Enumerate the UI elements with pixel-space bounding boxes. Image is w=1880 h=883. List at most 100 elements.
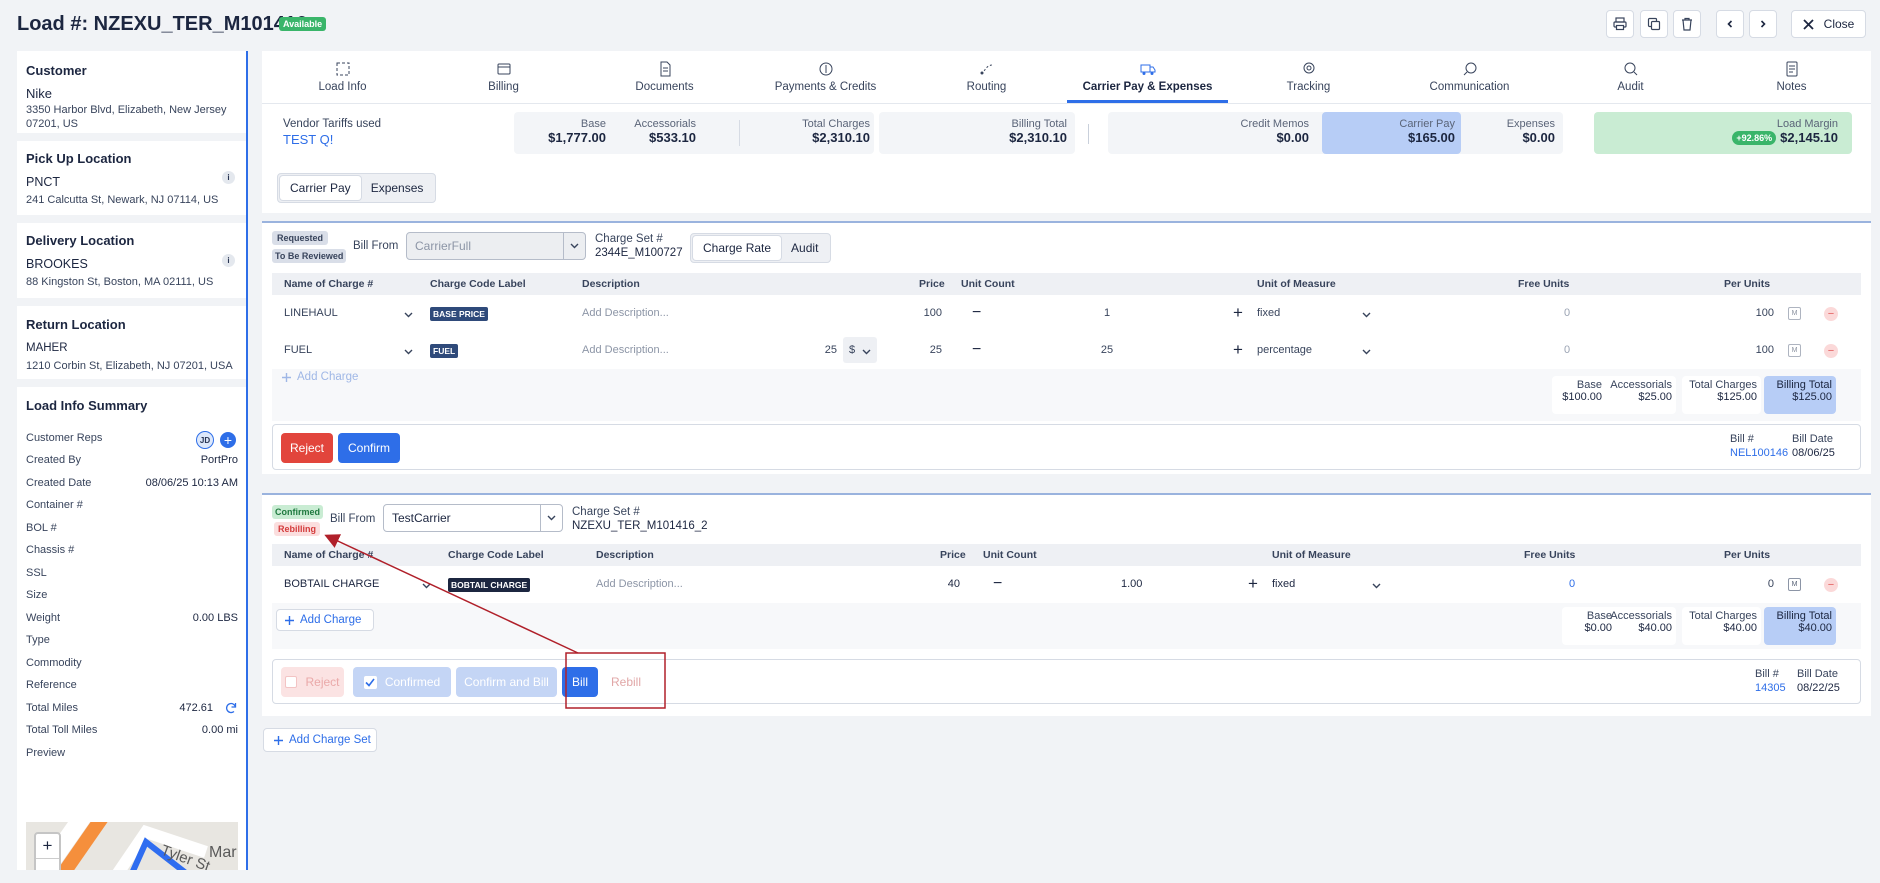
free-units-value[interactable]: 0 xyxy=(1564,307,1570,319)
chevron-down-icon[interactable] xyxy=(1372,580,1381,592)
per-units-value[interactable]: 0 xyxy=(1762,578,1774,590)
duplicate-button[interactable] xyxy=(1640,10,1668,38)
confirm-and-bill-button[interactable]: Confirm and Bill xyxy=(456,667,557,697)
price-value[interactable]: 25 xyxy=(912,344,942,356)
charge-set-number: NZEXU_TER_M101416_2 xyxy=(572,520,708,532)
decrement-button[interactable]: − xyxy=(993,575,1002,593)
charge-name[interactable]: LINEHAUL xyxy=(284,307,338,319)
chevron-down-icon[interactable] xyxy=(862,346,871,358)
remove-charge-button[interactable]: − xyxy=(1824,307,1838,321)
remove-charge-button[interactable]: − xyxy=(1824,344,1838,358)
carrier-pay-box: Carrier Pay $165.00 xyxy=(1322,112,1461,154)
description-input[interactable]: Add Description... xyxy=(596,578,683,590)
add-charge-set-button[interactable]: Add Charge Set xyxy=(263,728,377,752)
charge-code-badge: BOBTAIL CHARGE xyxy=(448,578,531,592)
manual-flag-icon[interactable]: M xyxy=(1788,344,1801,357)
tab-routing[interactable]: Routing xyxy=(906,51,1067,103)
rep-avatar[interactable]: JD xyxy=(196,431,214,449)
map-zoom-control: + − xyxy=(34,832,61,870)
manual-flag-icon[interactable]: M xyxy=(1788,578,1801,591)
acc-total-value: $25.00 xyxy=(1638,391,1672,403)
rebill-button[interactable]: Rebill xyxy=(604,667,648,697)
acc-total-label: Accessorials xyxy=(1610,379,1672,391)
zoom-in-button[interactable]: + xyxy=(36,834,59,859)
pickup-info-icon[interactable]: i xyxy=(222,171,235,184)
tab-audit[interactable]: Audit xyxy=(1550,51,1711,103)
free-units-value[interactable]: 0 xyxy=(1569,578,1575,590)
summary-field-label: Preview xyxy=(26,746,66,759)
unit-count-value[interactable]: 1.00 xyxy=(1121,578,1142,590)
description-input[interactable]: Add Description... xyxy=(582,307,669,319)
remove-charge-button[interactable]: − xyxy=(1824,578,1838,592)
reject-button[interactable]: Reject xyxy=(281,433,333,463)
decrement-button[interactable]: − xyxy=(972,304,981,322)
bill-number-link[interactable]: 14305 xyxy=(1755,682,1786,694)
per-units-value[interactable]: 100 xyxy=(1748,344,1774,356)
uom-select[interactable]: percentage xyxy=(1257,344,1312,356)
summary-field-label: Created Date xyxy=(26,476,92,489)
bill-from-select[interactable]: CarrierFull xyxy=(406,232,586,260)
summary-field-label: Total Miles xyxy=(26,701,78,714)
chevron-down-icon[interactable] xyxy=(422,580,431,592)
bill-button[interactable]: Bill xyxy=(562,667,598,697)
free-units-value[interactable]: 0 xyxy=(1564,344,1570,356)
uom-select[interactable]: fixed xyxy=(1272,578,1295,590)
add-charge-button[interactable]: Add Charge xyxy=(276,609,374,631)
tab-documents[interactable]: Documents xyxy=(584,51,745,103)
charge-name[interactable]: FUEL xyxy=(284,344,312,356)
tab-load-info[interactable]: Load Info xyxy=(262,51,423,103)
chevron-down-icon[interactable] xyxy=(1362,346,1371,358)
bill-date-value: 08/22/25 xyxy=(1797,682,1840,694)
chevron-down-icon[interactable] xyxy=(404,309,413,321)
manual-flag-icon[interactable]: M xyxy=(1788,307,1801,320)
route-map[interactable]: Tyler St Mar St + − xyxy=(26,822,238,870)
confirmed-button[interactable]: Confirmed xyxy=(353,667,451,697)
prev-load-button[interactable] xyxy=(1716,10,1744,38)
price-value[interactable]: 100 xyxy=(912,307,942,319)
zoom-out-button[interactable]: − xyxy=(36,859,59,871)
chevron-down-icon[interactable] xyxy=(1362,309,1371,321)
per-units-value[interactable]: 100 xyxy=(1748,307,1774,319)
bill-from-select[interactable]: TestCarrier xyxy=(383,504,563,532)
tab-expenses[interactable]: Expenses xyxy=(361,176,434,200)
revenue-summary: Base $1,777.00 Accessorials $533.10 Tota… xyxy=(514,112,874,154)
refresh-icon[interactable] xyxy=(224,701,238,715)
charge-rate-toggle[interactable]: Charge Rate xyxy=(693,236,782,260)
add-charge-button[interactable]: Add Charge xyxy=(272,368,372,386)
audit-toggle[interactable]: Audit xyxy=(781,236,828,260)
description-input[interactable]: Add Description... xyxy=(582,344,669,356)
tab-billing[interactable]: Billing xyxy=(423,51,584,103)
bill-number-link[interactable]: NEL100146 xyxy=(1730,447,1788,459)
uom-select[interactable]: fixed xyxy=(1257,307,1280,319)
delete-button[interactable] xyxy=(1673,10,1701,38)
billing-total-label: Billing Total xyxy=(1776,379,1832,391)
tab-carrier-pay[interactable]: Carrier Pay xyxy=(280,176,361,200)
tab-tracking[interactable]: Tracking xyxy=(1228,51,1389,103)
close-button[interactable]: Close xyxy=(1791,10,1866,38)
confirm-button[interactable]: Confirm xyxy=(338,433,400,463)
next-load-button[interactable] xyxy=(1749,10,1777,38)
tab-carrier-pay-expenses[interactable]: Carrier Pay & Expenses xyxy=(1067,51,1228,103)
charge-name[interactable]: BOBTAIL CHARGE xyxy=(284,578,379,590)
tab-payments-credits[interactable]: Payments & Credits xyxy=(745,51,906,103)
status-badge: Available xyxy=(279,17,327,31)
reject-button[interactable]: Reject xyxy=(281,667,344,697)
delivery-info-icon[interactable]: i xyxy=(222,254,235,267)
total-charges-value: $2,310.10 xyxy=(812,130,870,145)
price-value[interactable]: 40 xyxy=(940,578,960,590)
unit-count-value[interactable]: 1 xyxy=(1092,307,1122,319)
increment-button[interactable]: + xyxy=(1233,303,1243,323)
print-button[interactable] xyxy=(1606,10,1634,38)
amount-value[interactable]: 25 xyxy=(812,344,837,356)
billing-total-value: $2,310.10 xyxy=(1009,130,1067,145)
tab-communication[interactable]: Communication xyxy=(1389,51,1550,103)
add-rep-button[interactable]: + xyxy=(220,432,236,448)
tab-notes[interactable]: Notes xyxy=(1711,51,1872,103)
increment-button[interactable]: + xyxy=(1233,340,1243,360)
vendor-tariff-link[interactable]: TEST Q! xyxy=(283,132,381,147)
unit-count-value[interactable]: 25 xyxy=(1092,344,1122,356)
decrement-button[interactable]: − xyxy=(972,341,981,359)
chevron-down-icon[interactable] xyxy=(404,346,413,358)
increment-button[interactable]: + xyxy=(1248,574,1258,594)
total-charges-value: $40.00 xyxy=(1723,622,1757,634)
